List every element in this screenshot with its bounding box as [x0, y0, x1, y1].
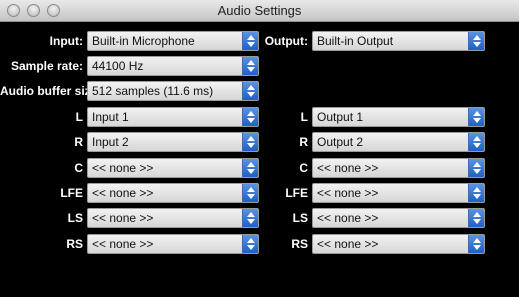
input-channel-select-rs[interactable]: << none >> — [87, 234, 259, 254]
input-channel-select-r[interactable]: Input 2 — [87, 132, 259, 152]
input-channel-label-ls: LS — [67, 211, 83, 225]
output-channel-label-lfe: LFE — [285, 186, 308, 200]
input-channel-select-l[interactable]: Input 1 — [87, 107, 259, 127]
output-channel-label-rs: RS — [291, 237, 308, 251]
input-channel-stepper-icon — [242, 108, 258, 126]
output-channel-select-c[interactable]: << none >> — [312, 158, 485, 178]
output-device-stepper-icon — [468, 32, 484, 50]
output-channel-value-c: << none >> — [317, 161, 379, 175]
output-channel-stepper-icon — [468, 184, 484, 202]
input-channel-stepper-icon — [242, 133, 258, 151]
input-channel-value-c: << none >> — [92, 161, 154, 175]
input-channel-select-c[interactable]: << none >> — [87, 158, 259, 178]
input-channel-stepper-icon — [242, 235, 258, 253]
title-bar: Audio Settings — [0, 0, 519, 22]
buffer-size-stepper-icon — [242, 82, 258, 100]
input-channel-value-r: Input 2 — [92, 135, 129, 149]
output-device-value: Built-in Output — [317, 34, 394, 48]
output-channel-label-c: C — [299, 161, 308, 175]
output-channel-value-l: Output 1 — [317, 110, 364, 124]
input-device-value: Built-in Microphone — [92, 34, 195, 48]
input-channel-stepper-icon — [242, 159, 258, 177]
buffer-size-label: Audio buffer size: — [0, 84, 102, 98]
output-channel-select-lfe[interactable]: << none >> — [312, 183, 485, 203]
sample-rate-stepper-icon — [242, 57, 258, 75]
sample-rate-label: Sample rate: — [10, 59, 83, 73]
output-device-select[interactable]: Built-in Output — [312, 31, 485, 51]
output-channel-value-r: Output 2 — [317, 135, 364, 149]
input-channel-select-lfe[interactable]: << none >> — [87, 183, 259, 203]
output-channel-stepper-icon — [468, 108, 484, 126]
output-channel-value-ls: << none >> — [317, 211, 379, 225]
input-channel-label-rs: RS — [66, 237, 83, 251]
output-channel-stepper-icon — [468, 159, 484, 177]
output-channel-select-ls[interactable]: << none >> — [312, 208, 485, 228]
output-channel-label-l: L — [300, 110, 308, 124]
buffer-size-select[interactable]: 512 samples (11.6 ms) — [87, 81, 259, 101]
input-channel-stepper-icon — [242, 209, 258, 227]
input-channel-stepper-icon — [242, 184, 258, 202]
buffer-size-value: 512 samples (11.6 ms) — [92, 84, 214, 98]
output-channel-value-rs: << none >> — [317, 237, 379, 251]
input-channel-label-c: C — [74, 161, 83, 175]
input-channel-value-l: Input 1 — [92, 110, 129, 124]
output-channel-value-lfe: << none >> — [317, 186, 379, 200]
input-channel-value-ls: << none >> — [92, 211, 154, 225]
input-label: Input: — [49, 34, 83, 48]
window-title: Audio Settings — [217, 3, 302, 18]
input-channel-value-rs: << none >> — [92, 237, 154, 251]
output-channel-label-r: R — [299, 135, 308, 149]
input-device-select[interactable]: Built-in Microphone — [87, 31, 259, 51]
input-channel-label-r: R — [74, 135, 83, 149]
sample-rate-select[interactable]: 44100 Hz — [87, 56, 259, 76]
output-channel-label-ls: LS — [292, 211, 308, 225]
output-channel-stepper-icon — [468, 209, 484, 227]
output-channel-select-r[interactable]: Output 2 — [312, 132, 485, 152]
input-channel-label-lfe: LFE — [60, 186, 83, 200]
input-channel-value-lfe: << none >> — [92, 186, 154, 200]
input-device-stepper-icon — [242, 32, 258, 50]
output-channel-stepper-icon — [468, 133, 484, 151]
output-label: Output: — [264, 34, 308, 48]
output-channel-select-l[interactable]: Output 1 — [312, 107, 485, 127]
sample-rate-value: 44100 Hz — [92, 59, 144, 73]
input-channel-select-ls[interactable]: << none >> — [87, 208, 259, 228]
output-channel-select-rs[interactable]: << none >> — [312, 234, 485, 254]
input-channel-label-l: L — [75, 110, 83, 124]
output-channel-stepper-icon — [468, 235, 484, 253]
